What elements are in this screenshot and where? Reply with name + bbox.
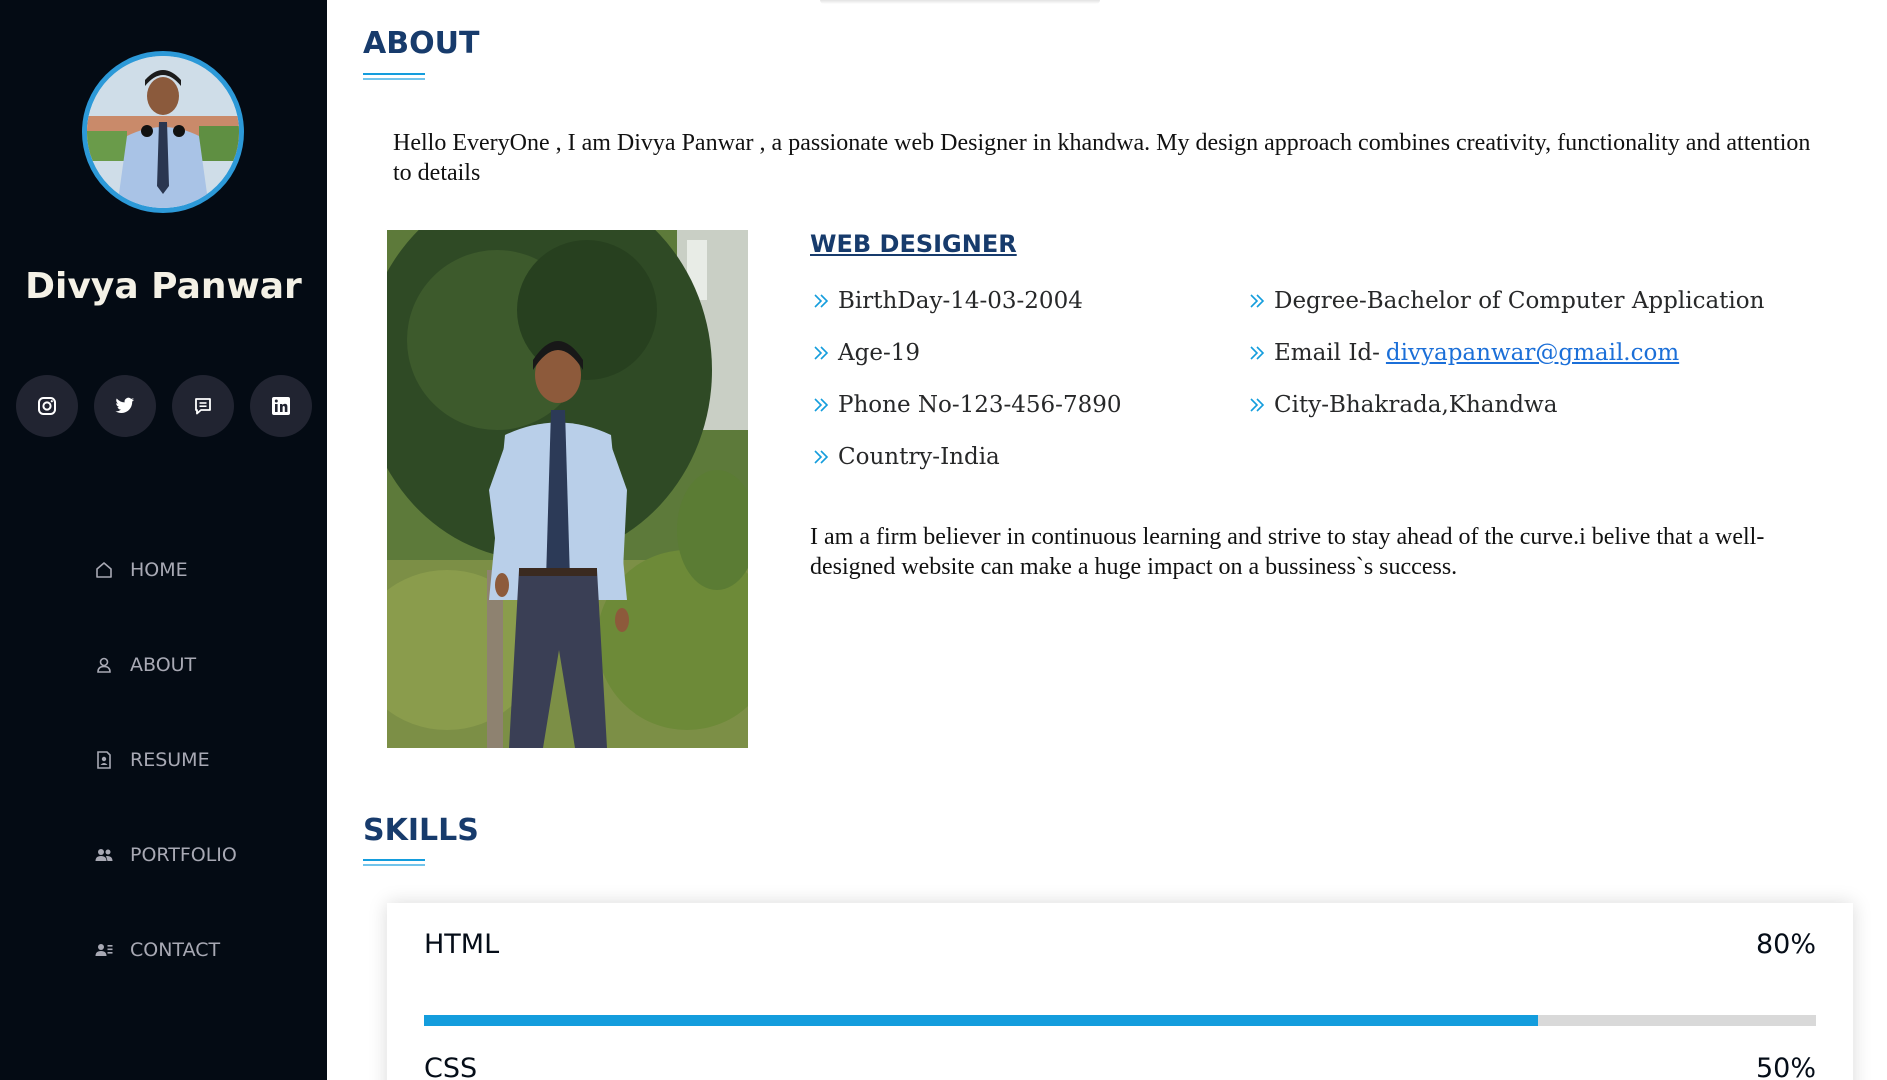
twitter-icon [115,397,135,413]
email-link[interactable]: divyapanwar@gmail.com [1386,340,1679,366]
nav-label: CONTACT [130,939,221,961]
info-text: Age-19 [838,340,920,366]
contact-card-icon [93,939,115,961]
twitter-button[interactable] [94,375,156,437]
nav-label: PORTFOLIO [130,844,237,866]
info-age: Age-19 [812,340,920,366]
chevron-double-right-icon [812,395,832,415]
people-icon [93,844,115,866]
profile-avatar [82,51,244,213]
chevron-double-right-icon [812,447,832,467]
chevron-double-right-icon [1248,291,1268,311]
info-country: Country-India [812,444,1000,470]
info-city: City-Bhakrada,Khandwa [1248,392,1557,418]
about-intro: Hello EveryOne , I am Divya Panwar , a p… [393,130,1811,186]
title-underline [363,78,425,80]
info-text: City-Bhakrada,Khandwa [1274,392,1558,418]
title-underline [363,859,425,861]
nav-label: RESUME [130,749,210,771]
header-shadow [820,0,1100,4]
nav-item-about[interactable]: ABOUT [93,650,196,680]
nav-item-contact[interactable]: CONTACT [93,935,220,965]
home-icon [93,559,115,581]
skill-progress-track [424,1015,1816,1026]
message-button[interactable] [172,375,234,437]
info-phone: Phone No-123-456-7890 [812,392,1122,418]
chevron-double-right-icon [812,291,832,311]
instagram-button[interactable] [16,375,78,437]
about-section-title: ABOUT [363,26,480,61]
nav-item-portfolio[interactable]: PORTFOLIO [93,840,237,870]
message-icon [195,398,211,415]
info-email: Email Id- divyapanwar@gmail.com [1248,340,1679,366]
skill-name: HTML [424,929,500,960]
title-underline [363,864,425,866]
chevron-double-right-icon [812,343,832,363]
info-degree: Degree-Bachelor of Computer Application [1248,288,1764,314]
belief-paragraph: I am a firm believer in continuous learn… [810,524,1765,580]
file-person-icon [93,749,115,771]
skills-card: HTML 80% CSS 50% [387,903,1853,1080]
skill-value: 80% [1755,929,1816,960]
profile-name: Divya Panwar [25,266,302,307]
sidebar: Divya Panwar HOME ABOUT RESUME PORTFOLIO… [0,0,327,1080]
skill-progress-fill [424,1015,1538,1026]
instagram-icon [38,397,56,415]
info-text: Email Id- [1274,340,1380,366]
skills-section-title: SKILLS [363,813,479,848]
nav-item-resume[interactable]: RESUME [93,745,210,775]
user-icon [93,654,115,676]
nav-item-home[interactable]: HOME [93,555,188,585]
profile-photo [387,230,748,748]
linkedin-icon [272,397,290,415]
role-title: WEB DESIGNER [810,230,1017,258]
nav-label: ABOUT [130,654,197,676]
skill-value: 50% [1755,1053,1816,1080]
skill-name: CSS [424,1053,478,1080]
chevron-double-right-icon [1248,343,1268,363]
info-text: Phone No-123-456-7890 [838,392,1122,418]
linkedin-button[interactable] [250,375,312,437]
info-birthday: BirthDay-14-03-2004 [812,288,1083,314]
chevron-double-right-icon [1248,395,1268,415]
info-text: Country-India [838,444,1000,470]
info-text: BirthDay-14-03-2004 [838,288,1083,314]
info-text: Degree-Bachelor of Computer Application [1274,288,1765,314]
title-underline [363,73,425,75]
nav-label: HOME [130,559,188,581]
